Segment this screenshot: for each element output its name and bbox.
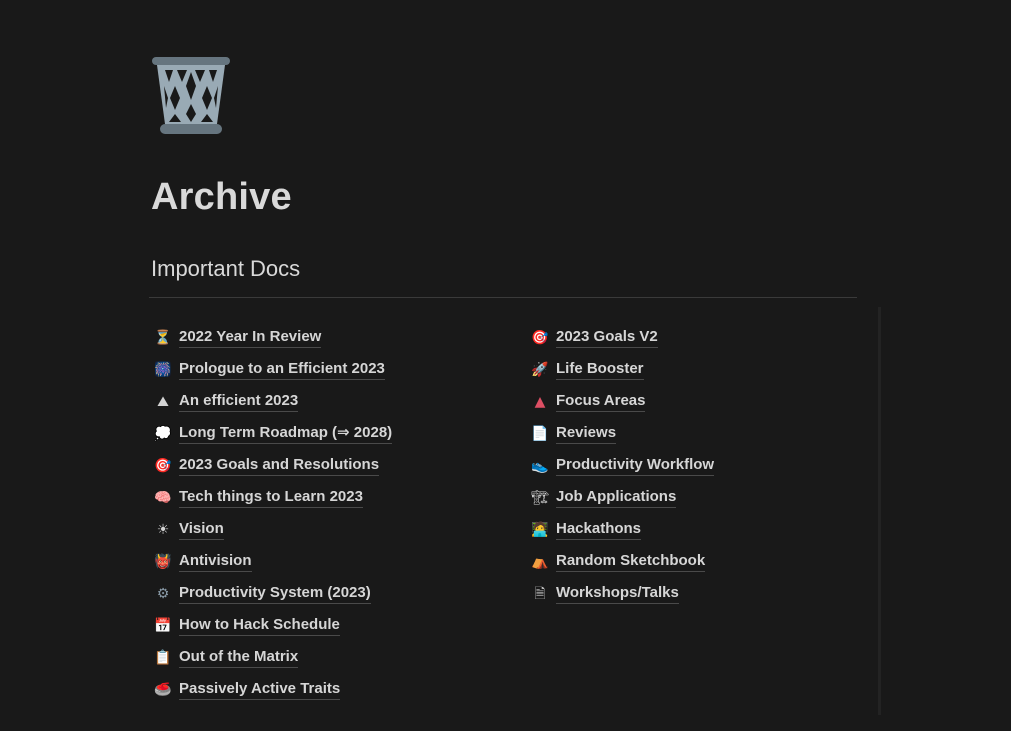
gear-icon: ⚙ — [156, 586, 170, 602]
page-link-label[interactable]: An efficient 2023 — [179, 392, 299, 412]
page-link[interactable]: 📅 How to Hack Schedule — [152, 610, 392, 642]
technologist-icon: 🧑‍💻 — [531, 522, 549, 538]
page-link-label[interactable]: Focus Areas — [556, 392, 646, 412]
page-link[interactable]: ⏳ 2022 Year In Review — [152, 322, 392, 354]
calendar-icon: 📅 — [154, 618, 172, 634]
page-icon: 📄 — [531, 426, 549, 442]
page-link[interactable]: 🚀 Life Booster — [529, 354, 714, 386]
page-link-label[interactable]: Random Sketchbook — [556, 552, 706, 572]
page-link[interactable]: 👟 Productivity Workflow — [529, 450, 715, 482]
page-link[interactable]: 🎆 Prologue to an Efficient 2023 — [152, 354, 392, 386]
rocket-icon: 🚀 — [531, 362, 549, 378]
page-title: Archive — [151, 176, 292, 218]
clipboard-icon: 📋 — [154, 650, 172, 666]
sneaker-icon: 👟 — [531, 458, 549, 474]
thought-balloon-icon: 💭 — [154, 426, 172, 442]
page-link-label[interactable]: Vision — [179, 520, 224, 540]
page-link-label[interactable]: Productivity Workflow — [556, 456, 715, 476]
mountain-icon: ⛰ — [157, 394, 169, 410]
tent-icon: ⛺ — [531, 554, 549, 570]
right-column: 🎯 2023 Goals V2 🚀 Life Booster ▲ Focus Areas 📄… — [529, 322, 715, 610]
hourglass-icon: ⏳ — [154, 330, 172, 346]
page-link-label[interactable]: Productivity System (2023) — [179, 584, 371, 604]
page-link-label[interactable]: Reviews — [556, 424, 617, 444]
page-link-label[interactable]: Workshops/Talks — [556, 584, 679, 604]
page-link-label[interactable]: Tech things to Learn 2023 — [179, 488, 363, 508]
page-link[interactable]: 🥌 Passively Active Traits — [152, 674, 392, 706]
page-link[interactable]: ▲ Focus Areas — [529, 386, 714, 418]
page-link[interactable]: 🎯 2023 Goals V2 — [529, 322, 714, 354]
page-link[interactable]: 📋 Out of the Matrix — [152, 642, 392, 674]
page-link[interactable]: 🧑‍💻 Hackathons — [529, 514, 714, 546]
page-link[interactable]: 📄 Reviews — [529, 418, 714, 450]
ogre-icon: 👹 — [154, 554, 172, 570]
divider — [149, 297, 857, 298]
crane-icon: 🏗 — [531, 490, 549, 506]
page-link-label[interactable]: Passively Active Traits — [179, 680, 341, 700]
scrollbar[interactable] — [878, 307, 881, 715]
page-link[interactable]: 🗎 Workshops/Talks — [529, 578, 714, 610]
page-link[interactable]: ☀ Vision — [152, 514, 392, 546]
page-link-label[interactable]: How to Hack Schedule — [179, 616, 340, 636]
brain-icon: 🧠 — [154, 490, 172, 506]
fireworks-icon: 🎆 — [154, 362, 172, 378]
target-icon: 🎯 — [154, 458, 172, 474]
document-icon: 🗎 — [534, 586, 546, 602]
page-link[interactable]: 🧠 Tech things to Learn 2023 — [152, 482, 392, 514]
page-link[interactable]: 💭 Long Term Roadmap (⇒ 2028) — [152, 418, 393, 450]
page-link-label[interactable]: Antivision — [179, 552, 252, 572]
page-link-label[interactable]: Long Term Roadmap (⇒ 2028) — [179, 424, 393, 444]
page-link-label[interactable]: Out of the Matrix — [179, 648, 299, 668]
target-icon: 🎯 — [531, 330, 549, 346]
curling-stone-icon: 🥌 — [154, 682, 172, 698]
page-link-label[interactable]: Life Booster — [556, 360, 644, 380]
page-link[interactable]: ⛰ An efficient 2023 — [152, 386, 392, 418]
page-link[interactable]: ⚙ Productivity System (2023) — [152, 578, 392, 610]
page-link-label[interactable]: 2023 Goals and Resolutions — [179, 456, 380, 476]
page-link-label[interactable]: 2023 Goals V2 — [556, 328, 658, 348]
wastebasket-icon[interactable] — [151, 56, 231, 136]
page-link[interactable]: 🎯 2023 Goals and Resolutions — [152, 450, 392, 482]
page-link[interactable]: ⛺ Random Sketchbook — [529, 546, 714, 578]
page-link[interactable]: 👹 Antivision — [152, 546, 392, 578]
page-link-label[interactable]: 2022 Year In Review — [179, 328, 322, 348]
section-heading: Important Docs — [151, 256, 301, 281]
page-link[interactable]: 🏗 Job Applications — [529, 482, 714, 514]
triangle-icon: ▲ — [534, 394, 546, 410]
page-link-label[interactable]: Hackathons — [556, 520, 642, 540]
sun-icon: ☀ — [156, 522, 170, 538]
left-column: ⏳ 2022 Year In Review 🎆 Prologue to an Effi… — [152, 322, 393, 706]
page-link-label[interactable]: Job Applications — [556, 488, 677, 508]
page-link-label[interactable]: Prologue to an Efficient 2023 — [179, 360, 385, 380]
